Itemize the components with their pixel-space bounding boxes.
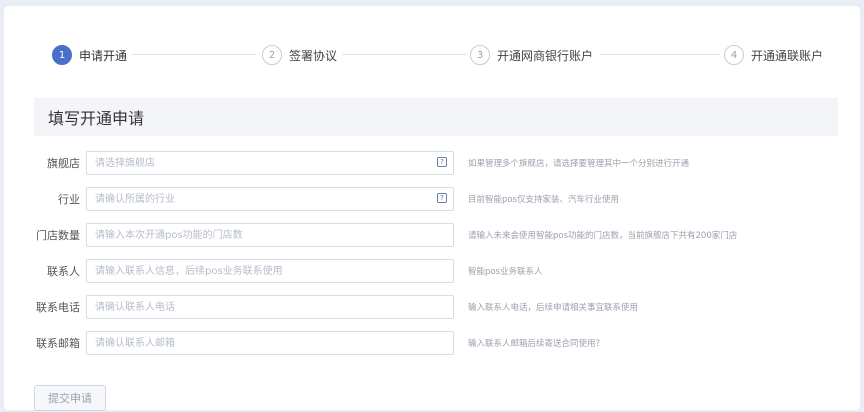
email-input[interactable] — [87, 332, 453, 354]
step-1: 1 申请开通 — [52, 42, 127, 68]
field-label: 联系人 — [47, 265, 80, 278]
store-count-input[interactable] — [87, 224, 453, 246]
dropdown-icon[interactable]: ? — [437, 193, 447, 203]
step-connector — [600, 54, 720, 55]
step-label: 申请开通 — [79, 48, 128, 63]
contact-input[interactable] — [87, 260, 453, 282]
step-label: 签署协议 — [289, 48, 338, 63]
step-label: 开通网商银行账户 — [497, 48, 594, 63]
form-row-contact: 联系人 智能pos业务联系人 — [24, 259, 844, 283]
field-hint: 智能pos业务联系人 — [468, 267, 543, 277]
step-3: 3 开通网商银行账户 — [470, 42, 593, 68]
dropdown-icon[interactable]: ? — [437, 157, 447, 167]
field-label: 联系电话 — [36, 301, 80, 314]
step-number: 1 — [52, 45, 72, 65]
form-row-industry: 行业 ? 目前智能pos仅支持家装、汽车行业使用 — [24, 187, 844, 211]
industry-select[interactable]: ? — [86, 187, 454, 211]
form-row-email: 联系邮箱 输入联系人邮箱后续寄送合同使用？ — [24, 331, 844, 355]
step-number: 4 — [724, 45, 744, 65]
field-label: 门店数量 — [36, 229, 80, 242]
step-number: 2 — [262, 45, 282, 65]
step-connector — [132, 54, 256, 55]
industry-select-input[interactable] — [87, 188, 453, 210]
step-4: 4 开通通联账户 — [724, 42, 823, 68]
store-select-input[interactable] — [87, 152, 453, 174]
step-number: 3 — [470, 45, 490, 65]
step-connector — [342, 54, 466, 55]
form-row-phone: 联系电话 输入联系人电话，后续申请相关事宜联系使用 — [24, 295, 844, 319]
field-label: 行业 — [58, 193, 80, 206]
phone-field[interactable] — [86, 295, 454, 319]
field-hint: 输入联系人电话，后续申请相关事宜联系使用 — [468, 303, 639, 313]
step-label: 开通通联账户 — [751, 48, 824, 63]
section-title: 填写开通申请 — [48, 109, 145, 128]
form-row-store-count: 门店数量 请输入未来会使用智能pos功能的门店数，当前旗舰店下共有200家门店 — [24, 223, 844, 247]
contact-field[interactable] — [86, 259, 454, 283]
email-field[interactable] — [86, 331, 454, 355]
phone-input[interactable] — [87, 296, 453, 318]
store-select[interactable]: ? — [86, 151, 454, 175]
field-hint: 目前智能pos仅支持家装、汽车行业使用 — [468, 195, 620, 205]
submit-button[interactable]: 提交申请 — [34, 385, 106, 411]
field-label: 联系邮箱 — [36, 337, 80, 350]
store-count-field[interactable] — [86, 223, 454, 247]
field-hint: 如果管理多个旗舰店，请选择要管理其中一个分别进行开通 — [468, 159, 690, 169]
field-label: 旗舰店 — [47, 157, 80, 170]
step-2: 2 签署协议 — [262, 42, 337, 68]
field-hint: 输入联系人邮箱后续寄送合同使用？ — [468, 339, 605, 349]
progress-stepper: 1 申请开通 2 签署协议 3 开通网商银行账户 4 开通通联账户 — [52, 42, 832, 68]
main-card: 1 申请开通 2 签署协议 3 开通网商银行账户 4 开通通联账户 填写开通申请… — [4, 6, 860, 411]
section-header: 填写开通申请 — [34, 98, 838, 136]
field-hint: 请输入未来会使用智能pos功能的门店数，当前旗舰店下共有200家门店 — [468, 231, 738, 241]
form-row-store: 旗舰店 ? 如果管理多个旗舰店，请选择要管理其中一个分别进行开通 — [24, 151, 844, 175]
